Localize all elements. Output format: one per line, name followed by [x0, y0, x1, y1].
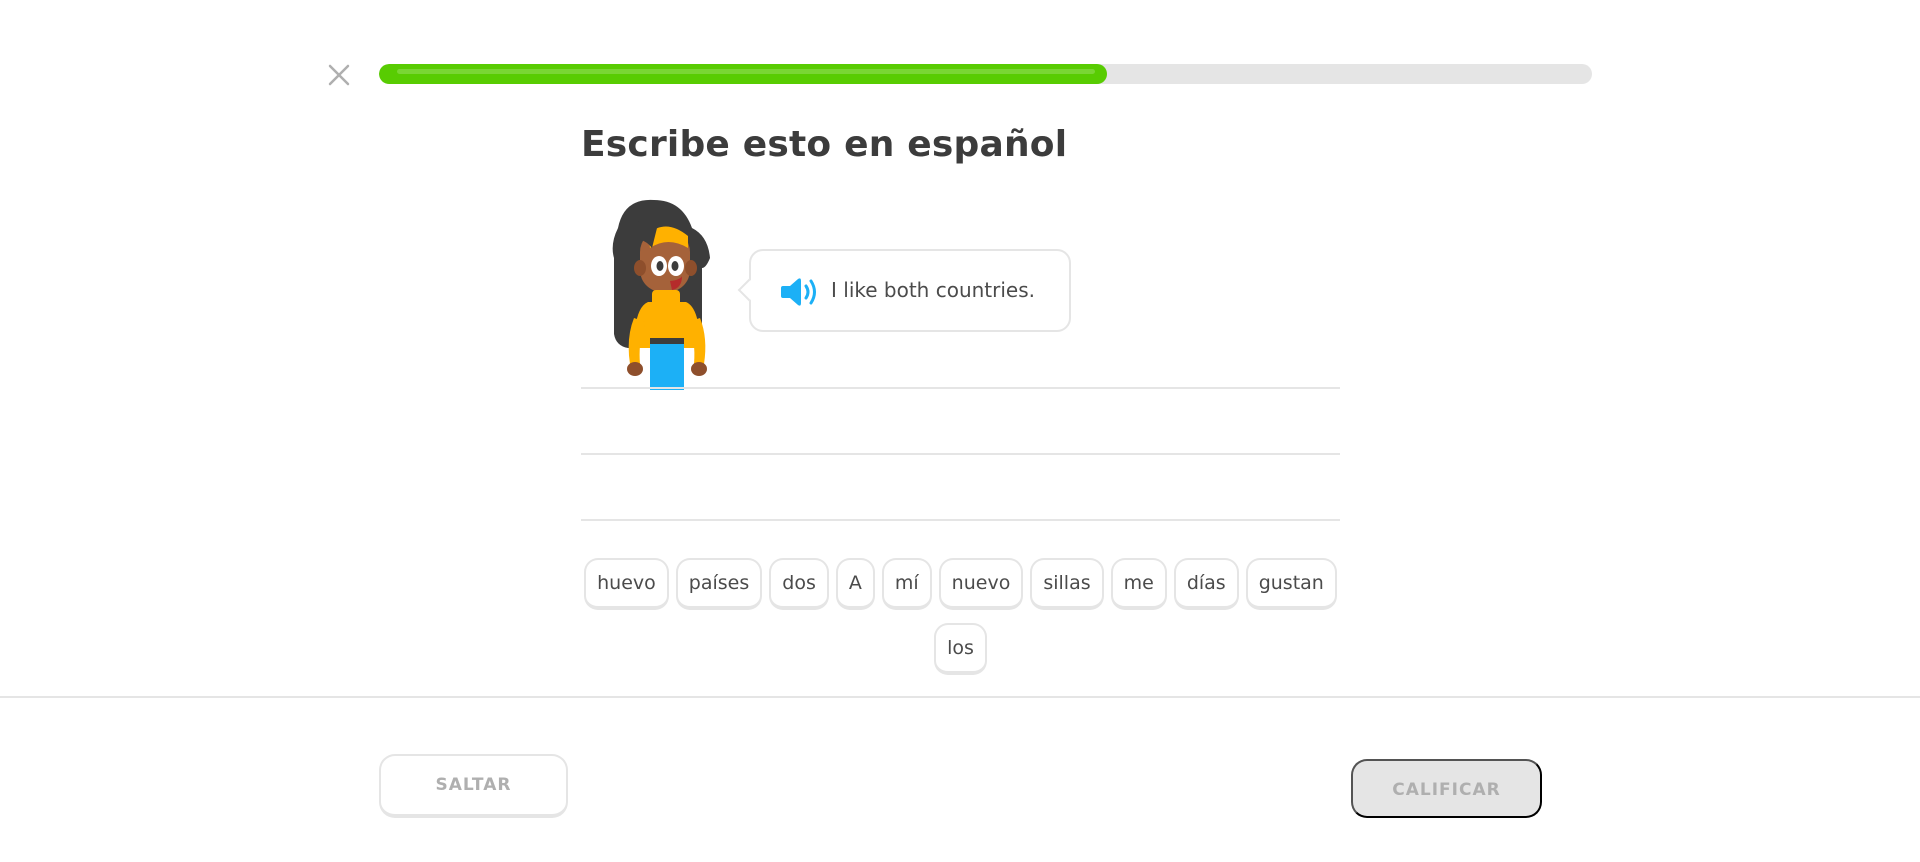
progress-highlight: [397, 69, 1095, 74]
word-bank: huevo países dos A mí nuevo sillas me dí…: [581, 558, 1340, 688]
skip-button[interactable]: SALTAR: [379, 754, 568, 818]
prompt-sentence[interactable]: I like both countries.: [831, 278, 1035, 302]
word-tile[interactable]: huevo: [584, 558, 669, 610]
word-bank-row: huevo países dos A mí nuevo sillas me dí…: [581, 558, 1340, 610]
speaker-icon: [781, 278, 816, 306]
word-tile[interactable]: mí: [881, 558, 932, 610]
close-button[interactable]: [326, 62, 352, 88]
check-button[interactable]: CALIFICAR: [1351, 759, 1542, 818]
play-audio-button[interactable]: [781, 276, 819, 308]
word-bank-row: los: [581, 623, 1340, 675]
word-tile[interactable]: dos: [769, 558, 829, 610]
word-tile[interactable]: países: [675, 558, 763, 610]
answer-line: [581, 453, 1340, 455]
answer-area[interactable]: [581, 387, 1340, 523]
lesson-progress-bar: [379, 64, 1592, 84]
word-tile[interactable]: A: [835, 558, 875, 610]
answer-line: [581, 387, 1340, 389]
word-tile[interactable]: los: [934, 623, 987, 675]
answer-line: [581, 519, 1340, 521]
progress-fill: [379, 64, 1107, 84]
speech-bubble-tail: [737, 278, 761, 302]
speech-bubble: I like both countries.: [737, 249, 1071, 332]
lesson-page: Escribe esto en español I like both coun…: [0, 0, 1920, 862]
word-tile[interactable]: nuevo: [938, 558, 1024, 610]
close-icon: [328, 64, 350, 86]
word-tile[interactable]: me: [1110, 558, 1167, 610]
footer-divider: [0, 696, 1920, 698]
challenge-title: Escribe esto en español: [581, 124, 1068, 165]
word-tile[interactable]: gustan: [1245, 558, 1337, 610]
character-illustration: [612, 199, 710, 390]
word-tile[interactable]: días: [1173, 558, 1239, 610]
word-tile[interactable]: sillas: [1030, 558, 1104, 610]
